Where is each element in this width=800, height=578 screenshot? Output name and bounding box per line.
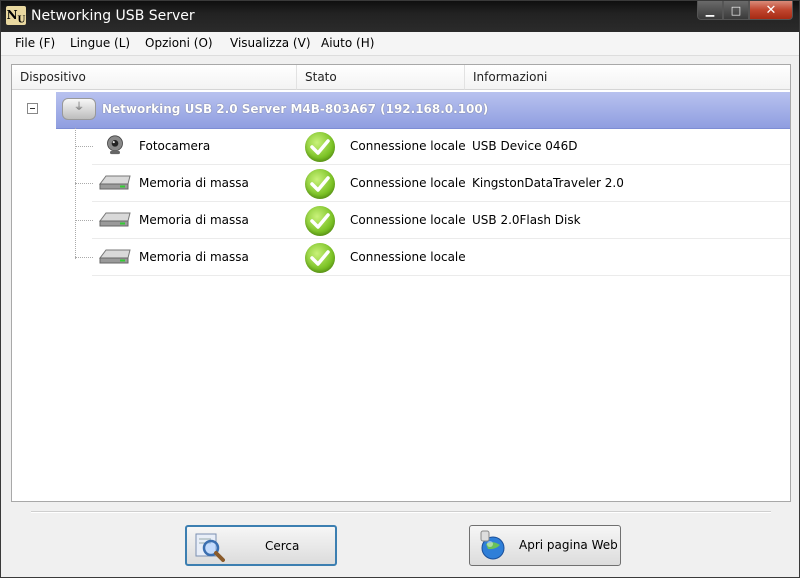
- tree-branch: [75, 220, 93, 221]
- usb-server-icon: ⏚: [62, 98, 96, 120]
- column-header-device[interactable]: Dispositivo: [12, 65, 297, 90]
- drive-icon: [99, 249, 131, 264]
- tree-line: [75, 128, 76, 259]
- separator: [31, 511, 771, 513]
- status-ok-icon: [305, 206, 335, 236]
- status-ok-icon: [305, 243, 335, 273]
- tree-branch: [75, 257, 93, 258]
- maximize-button[interactable]: □: [723, 1, 749, 20]
- drive-icon: [99, 212, 131, 227]
- device-list[interactable]: Dispositivo Stato Informazioni ⏚ Network…: [11, 64, 791, 502]
- globe-icon: [480, 530, 505, 560]
- minimize-button[interactable]: ▁: [697, 1, 723, 20]
- menu-file[interactable]: File (F): [15, 36, 55, 50]
- menu-aiuto[interactable]: Aiuto (H): [321, 36, 374, 50]
- device-name: Memoria di massa: [139, 250, 249, 264]
- status-ok-icon: [305, 132, 335, 162]
- app-icon: NU: [6, 6, 26, 26]
- column-header-status[interactable]: Stato: [297, 65, 465, 90]
- device-status: Connessione locale: [350, 250, 466, 264]
- device-info: USB Device 046D: [472, 139, 578, 153]
- device-name: Memoria di massa: [139, 213, 249, 227]
- window-title: Networking USB Server: [31, 8, 195, 24]
- menu-bar: File (F) Lingue (L) Opzioni (O) Visualiz…: [1, 32, 799, 56]
- device-info: USB 2.0Flash Disk: [472, 213, 581, 227]
- title-bar[interactable]: NU Networking USB Server ▁ □ ✕: [1, 1, 799, 32]
- webcam-icon: [107, 135, 123, 155]
- search-button[interactable]: Cerca: [185, 525, 337, 566]
- device-status: Connessione locale: [350, 176, 466, 190]
- column-header-info[interactable]: Informazioni: [465, 65, 790, 90]
- menu-visualizza[interactable]: Visualizza (V): [230, 36, 311, 50]
- collapse-toggle[interactable]: [27, 103, 38, 114]
- drive-icon: [99, 175, 131, 190]
- tree-branch: [75, 146, 93, 147]
- open-web-page-button[interactable]: Apri pagina Web: [469, 525, 621, 566]
- device-status: Connessione locale: [350, 213, 466, 227]
- device-name: Memoria di massa: [139, 176, 249, 190]
- search-button-label: Cerca: [265, 539, 300, 553]
- window-controls: ▁ □ ✕: [697, 1, 793, 21]
- device-name: Fotocamera: [139, 139, 211, 153]
- server-row[interactable]: ⏚ Networking USB 2.0 Server M4B-803A67 (…: [56, 92, 790, 129]
- menu-lingue[interactable]: Lingue (L): [70, 36, 130, 50]
- menu-opzioni[interactable]: Opzioni (O): [145, 36, 213, 50]
- app-window: NU Networking USB Server ▁ □ ✕ File (F) …: [0, 0, 800, 578]
- server-label: Networking USB 2.0 Server M4B-803A67 (19…: [102, 102, 489, 116]
- open-web-page-label: Apri pagina Web: [519, 538, 618, 552]
- device-row[interactable]: Memoria di massa Connessione locale: [92, 239, 790, 276]
- device-info: KingstonDataTraveler 2.0: [472, 176, 624, 190]
- device-row[interactable]: Fotocamera Connessione locale USB Device…: [92, 128, 790, 165]
- device-row[interactable]: Memoria di massa Connessione locale USB …: [92, 202, 790, 239]
- search-icon: [195, 533, 225, 562]
- tree-branch: [75, 183, 93, 184]
- status-ok-icon: [305, 169, 335, 199]
- close-button[interactable]: ✕: [749, 1, 793, 20]
- device-row[interactable]: Memoria di massa Connessione locale King…: [92, 165, 790, 202]
- device-status: Connessione locale: [350, 139, 466, 153]
